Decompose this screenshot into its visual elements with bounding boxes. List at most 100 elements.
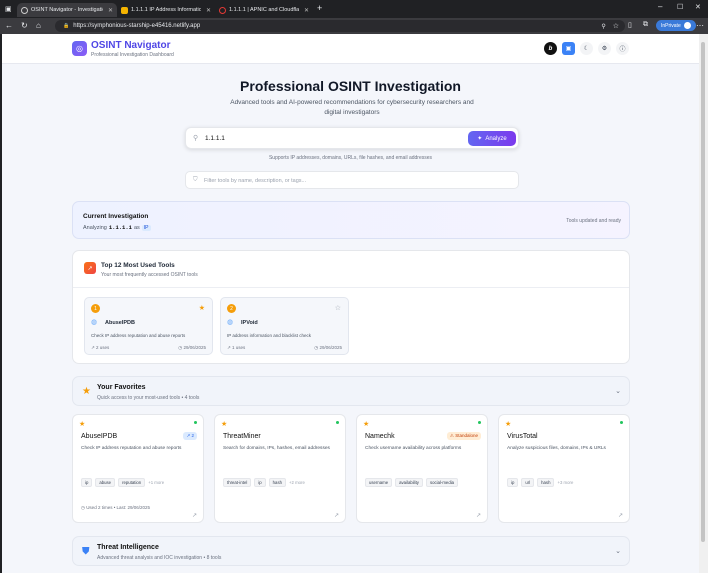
briefcase-button[interactable]: ▣: [562, 42, 575, 55]
current-investigation-title: Current Investigation: [83, 213, 149, 220]
top-tool-card[interactable]: 1 ★ ◍ AbuseIPDB Check IP address reputat…: [84, 297, 213, 355]
usage-footer: ◷ Used 2 times • Last: 29/06/2025: [81, 505, 150, 511]
refresh-icon[interactable]: ↻: [21, 21, 28, 30]
favorite-card[interactable]: ★ Namechk ⚠ Standalone Check username av…: [356, 414, 488, 523]
favorite-card[interactable]: ★ AbuseIPDB ↗ 2 Check IP address reputat…: [72, 414, 204, 523]
close-tab-icon[interactable]: ✕: [304, 7, 309, 14]
star-filled-icon[interactable]: ★: [79, 420, 85, 428]
brand-subtitle: Professional Investigation Dashboard: [91, 52, 174, 58]
maximize-icon[interactable]: ☐: [677, 3, 683, 11]
filter-box[interactable]: ⛉ Filter tools by name, description, or …: [185, 171, 519, 189]
analyze-label: Analyze: [485, 135, 507, 142]
tag: availability: [395, 478, 423, 487]
favorite-icon[interactable]: ☆: [613, 22, 619, 30]
window-menu-icon[interactable]: ▣: [5, 5, 12, 13]
zoom-icon[interactable]: ⚲: [601, 23, 605, 30]
usage-count: ↗ 2 uses: [91, 345, 109, 351]
external-link-icon[interactable]: ↗: [334, 512, 339, 519]
chevron-down-icon[interactable]: ⌄: [615, 547, 621, 555]
usage-badge: ↗ 2: [183, 432, 197, 440]
top-tool-card[interactable]: 2 ☆ ◍ IPVoid IP address information and …: [220, 297, 349, 355]
lock-icon: 🔒: [63, 23, 70, 29]
status-dot: [478, 421, 481, 424]
tab-ip-info[interactable]: 1.1.1.1 IP Address Information | IP... ✕: [117, 3, 215, 17]
inprivate-badge[interactable]: InPrivate: [656, 20, 696, 31]
favorites-title: Your Favorites: [97, 384, 146, 391]
tag: username: [365, 478, 393, 487]
threat-intel-title: Threat Intelligence: [97, 544, 159, 551]
tool-name: ThreatMiner: [223, 433, 261, 440]
status-dot: [336, 421, 339, 424]
tag: threat-intel: [223, 478, 252, 487]
url-field[interactable]: 🔒 https://symphonious-starship-e45416.ne…: [55, 20, 625, 32]
favorite-card[interactable]: ★ ThreatMiner Search for domains, IPs, h…: [214, 414, 346, 523]
settings-icon[interactable]: ⚙: [598, 42, 611, 55]
scrollbar-thumb[interactable]: [701, 42, 705, 542]
tab-apnic-cloudflare[interactable]: 1.1.1.1 | APNIC and Cloudflare DN... ✕: [215, 3, 313, 17]
star-filled-icon[interactable]: ★: [199, 304, 205, 312]
page-title: Professional OSINT Investigation: [240, 78, 461, 94]
date-text: 29/06/2025: [319, 345, 342, 350]
tag: abuse: [95, 478, 116, 487]
minimize-icon[interactable]: –: [658, 2, 662, 11]
threat-intelligence-section-header[interactable]: ⛊ Threat Intelligence Advanced threat an…: [72, 536, 630, 566]
page-lead: Advanced tools and AI-powered recommenda…: [230, 99, 474, 116]
page-scrollbar[interactable]: [699, 34, 708, 573]
collections-icon[interactable]: ⧉: [643, 21, 648, 29]
tag: ip: [254, 478, 266, 487]
search-icon: ⚲: [193, 135, 199, 142]
new-tab-icon[interactable]: +: [317, 3, 322, 13]
shield-icon: ⛊: [82, 546, 90, 557]
tag-list: threat-intel ip hash +2 more: [223, 478, 305, 487]
standalone-badge: ⚠ Standalone: [446, 432, 481, 440]
supports-hint: Supports IP addresses, domains, URLs, fi…: [268, 155, 433, 161]
tag: hash: [268, 478, 286, 487]
star-filled-icon[interactable]: ★: [363, 420, 369, 428]
top-tools-title: Top 12 Most Used Tools: [101, 262, 175, 269]
browser-tab-bar: ▣ OSINT Navigator - Investigation I... ✕…: [0, 0, 708, 18]
star-filled-icon[interactable]: ★: [505, 420, 511, 428]
standalone-label: Standalone: [455, 433, 478, 438]
usage-footer-text: Used 2 times • Last: 29/06/2025: [86, 505, 151, 510]
more-tags: +3 more: [557, 480, 574, 485]
globe-icon: ◍: [227, 319, 234, 326]
inprivate-label: InPrivate: [661, 22, 681, 29]
tab-osint-navigator[interactable]: OSINT Navigator - Investigation I... ✕: [17, 3, 117, 17]
external-link-icon[interactable]: ↗: [192, 512, 197, 519]
external-link-icon[interactable]: ↗: [476, 512, 481, 519]
close-tab-icon[interactable]: ✕: [108, 7, 113, 14]
close-window-icon[interactable]: ✕: [695, 3, 701, 11]
filter-input[interactable]: Filter tools by name, description, or ta…: [204, 178, 306, 184]
external-link-icon[interactable]: ↗: [618, 512, 623, 519]
tool-description: Check IP address reputation and abuse re…: [81, 446, 182, 451]
home-icon[interactable]: ⌂: [36, 21, 41, 30]
back-icon[interactable]: ←: [5, 21, 13, 30]
usage-text: 1 uses: [232, 345, 246, 350]
profile-avatar: [683, 22, 691, 29]
profile-button[interactable]: b: [544, 42, 557, 55]
chevron-down-icon[interactable]: ⌄: [615, 387, 621, 395]
star-filled-icon[interactable]: ★: [221, 420, 227, 428]
tab-title: 1.1.1.1 | APNIC and Cloudflare DN...: [229, 7, 299, 13]
search-input[interactable]: 1.1.1.1: [205, 135, 225, 142]
logo-icon[interactable]: ◎: [72, 41, 87, 56]
analyze-button[interactable]: ✦ Analyze: [468, 131, 516, 146]
top-tools-panel: ↗ Top 12 Most Used Tools Your most frequ…: [72, 250, 630, 364]
dark-mode-icon[interactable]: ☾: [580, 42, 593, 55]
analyzing-label: Analyzing: [83, 224, 107, 231]
split-screen-icon[interactable]: ▯: [628, 21, 632, 29]
favorite-card[interactable]: ★ VirusTotal Analyze suspicious files, d…: [498, 414, 630, 523]
tool-description: Check username availability across platf…: [365, 446, 462, 451]
target-type-badge: IP: [141, 224, 151, 231]
favorites-section-header[interactable]: ★ Your Favorites Quick access to your mo…: [72, 376, 630, 406]
close-tab-icon[interactable]: ✕: [206, 7, 211, 14]
trending-icon: ↗: [84, 262, 96, 274]
as-label: as: [133, 224, 140, 231]
tab-title: OSINT Navigator - Investigation I...: [31, 7, 103, 13]
tools-ready-status: Tools updated and ready: [566, 218, 621, 224]
more-menu-icon[interactable]: ⋯: [696, 21, 704, 30]
info-icon[interactable]: ⓘ: [616, 42, 629, 55]
status-dot: [620, 421, 623, 424]
star-outline-icon[interactable]: ☆: [335, 304, 341, 312]
tool-name: AbuseIPDB: [81, 433, 118, 440]
